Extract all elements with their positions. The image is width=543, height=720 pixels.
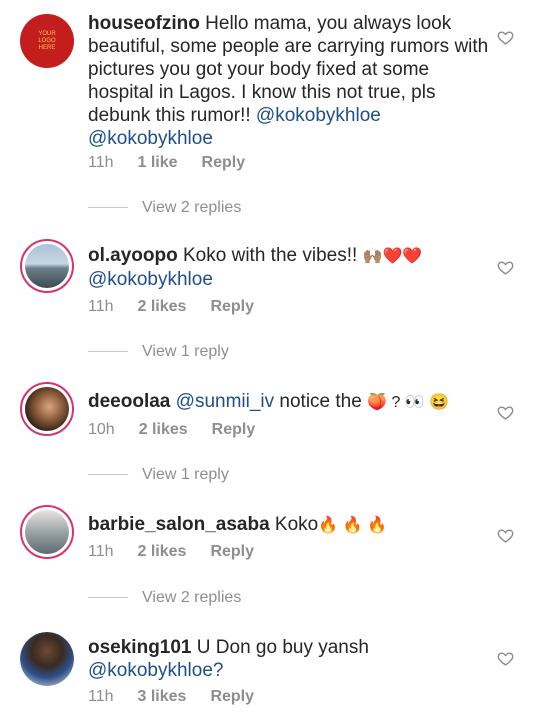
timestamp: 11h <box>88 298 114 315</box>
avatar[interactable] <box>20 632 74 686</box>
mention-link[interactable]: @sunmii_iv <box>176 391 274 412</box>
view-replies-button[interactable]: View 2 replies <box>88 589 241 607</box>
divider-line <box>88 207 128 209</box>
view-replies-label: View 2 replies <box>142 589 242 606</box>
likes-count[interactable]: 3 likes <box>138 688 187 706</box>
comment-meta: 11h 2 likes Reply <box>88 543 278 561</box>
likes-count[interactable]: 2 likes <box>138 298 187 316</box>
avatar-image <box>25 510 69 554</box>
comment-meta: 11h 2 likes Reply <box>88 298 278 316</box>
timestamp: 11h <box>88 688 114 705</box>
comment-body: Koko with the vibes!! <box>177 245 363 266</box>
comment-text: barbie_salon_asaba Koko🔥 🔥 🔥 <box>88 513 493 537</box>
username[interactable]: ol.ayoopo <box>88 245 178 266</box>
view-replies-button[interactable]: View 1 reply <box>88 466 229 484</box>
likes-count[interactable]: 1 like <box>138 154 178 172</box>
reply-button[interactable]: Reply <box>210 543 254 561</box>
mention-link[interactable]: @kokobykhloe <box>88 269 213 290</box>
username[interactable]: deeoolaa <box>88 391 170 412</box>
reply-button[interactable]: Reply <box>202 154 246 172</box>
likes-count[interactable]: 2 likes <box>139 421 188 439</box>
heart-outline-icon[interactable] <box>497 527 514 544</box>
reply-button[interactable]: Reply <box>210 298 254 316</box>
view-replies-label: View 1 reply <box>142 466 229 483</box>
reply-button[interactable]: Reply <box>212 421 256 439</box>
timestamp: 11h <box>88 154 114 171</box>
view-replies-label: View 1 reply <box>142 343 229 360</box>
heart-outline-icon[interactable] <box>497 29 514 46</box>
heart-outline-icon[interactable] <box>497 404 514 421</box>
comment-meta: 10h 2 likes Reply <box>88 421 279 439</box>
mention-link[interactable]: @kokobykhloe <box>88 128 213 149</box>
likes-count[interactable]: 2 likes <box>138 543 187 561</box>
view-replies-button[interactable]: View 1 reply <box>88 343 229 361</box>
heart-outline-icon[interactable] <box>497 650 514 667</box>
divider-line <box>88 474 128 476</box>
comment-text: deeoolaa @sunmii_iv notice the 🍑 ? 👀 😆 <box>88 390 493 414</box>
reply-button[interactable]: Reply <box>210 688 254 706</box>
avatar-image <box>25 387 69 431</box>
view-replies-button[interactable]: View 2 replies <box>88 199 241 217</box>
mention-link[interactable]: @kokobykhloe? <box>88 660 223 681</box>
avatar[interactable] <box>20 239 74 293</box>
comment-body: notice the <box>274 391 368 412</box>
timestamp: 10h <box>88 421 115 438</box>
emoji: 🍑 ? 👀 😆 <box>367 394 450 411</box>
comment-text: ol.ayoopo Koko with the vibes!! 🙌🏽❤️❤️ @k… <box>88 244 493 291</box>
avatar-logo-text: YOUR LOGO HERE <box>38 30 56 51</box>
divider-line <box>88 597 128 599</box>
avatar-image <box>25 244 69 288</box>
comment-body: Koko <box>269 514 319 535</box>
comment-meta: 11h 1 like Reply <box>88 154 269 172</box>
comment-body: U Don go buy yansh <box>191 637 369 658</box>
username[interactable]: barbie_salon_asaba <box>88 514 270 535</box>
emoji: 🔥 🔥 🔥 <box>318 517 387 534</box>
emoji: 🙌🏽❤️❤️ <box>362 248 423 265</box>
comment-meta: 11h 3 likes Reply <box>88 688 278 706</box>
username[interactable]: oseking101 <box>88 637 192 658</box>
avatar[interactable] <box>20 382 74 436</box>
heart-outline-icon[interactable] <box>497 259 514 276</box>
divider-line <box>88 351 128 353</box>
mention-link[interactable]: @kokobykhloe <box>256 105 381 126</box>
avatar[interactable]: YOUR LOGO HERE <box>20 14 74 68</box>
avatar-image <box>20 632 74 686</box>
view-replies-label: View 2 replies <box>142 199 242 216</box>
timestamp: 11h <box>88 543 114 560</box>
comment-text: houseofzino Hello mama, you always look … <box>88 12 493 150</box>
avatar[interactable] <box>20 505 74 559</box>
comment-text: oseking101 U Don go buy yansh @kokobykhl… <box>88 636 493 682</box>
username[interactable]: houseofzino <box>88 13 200 34</box>
